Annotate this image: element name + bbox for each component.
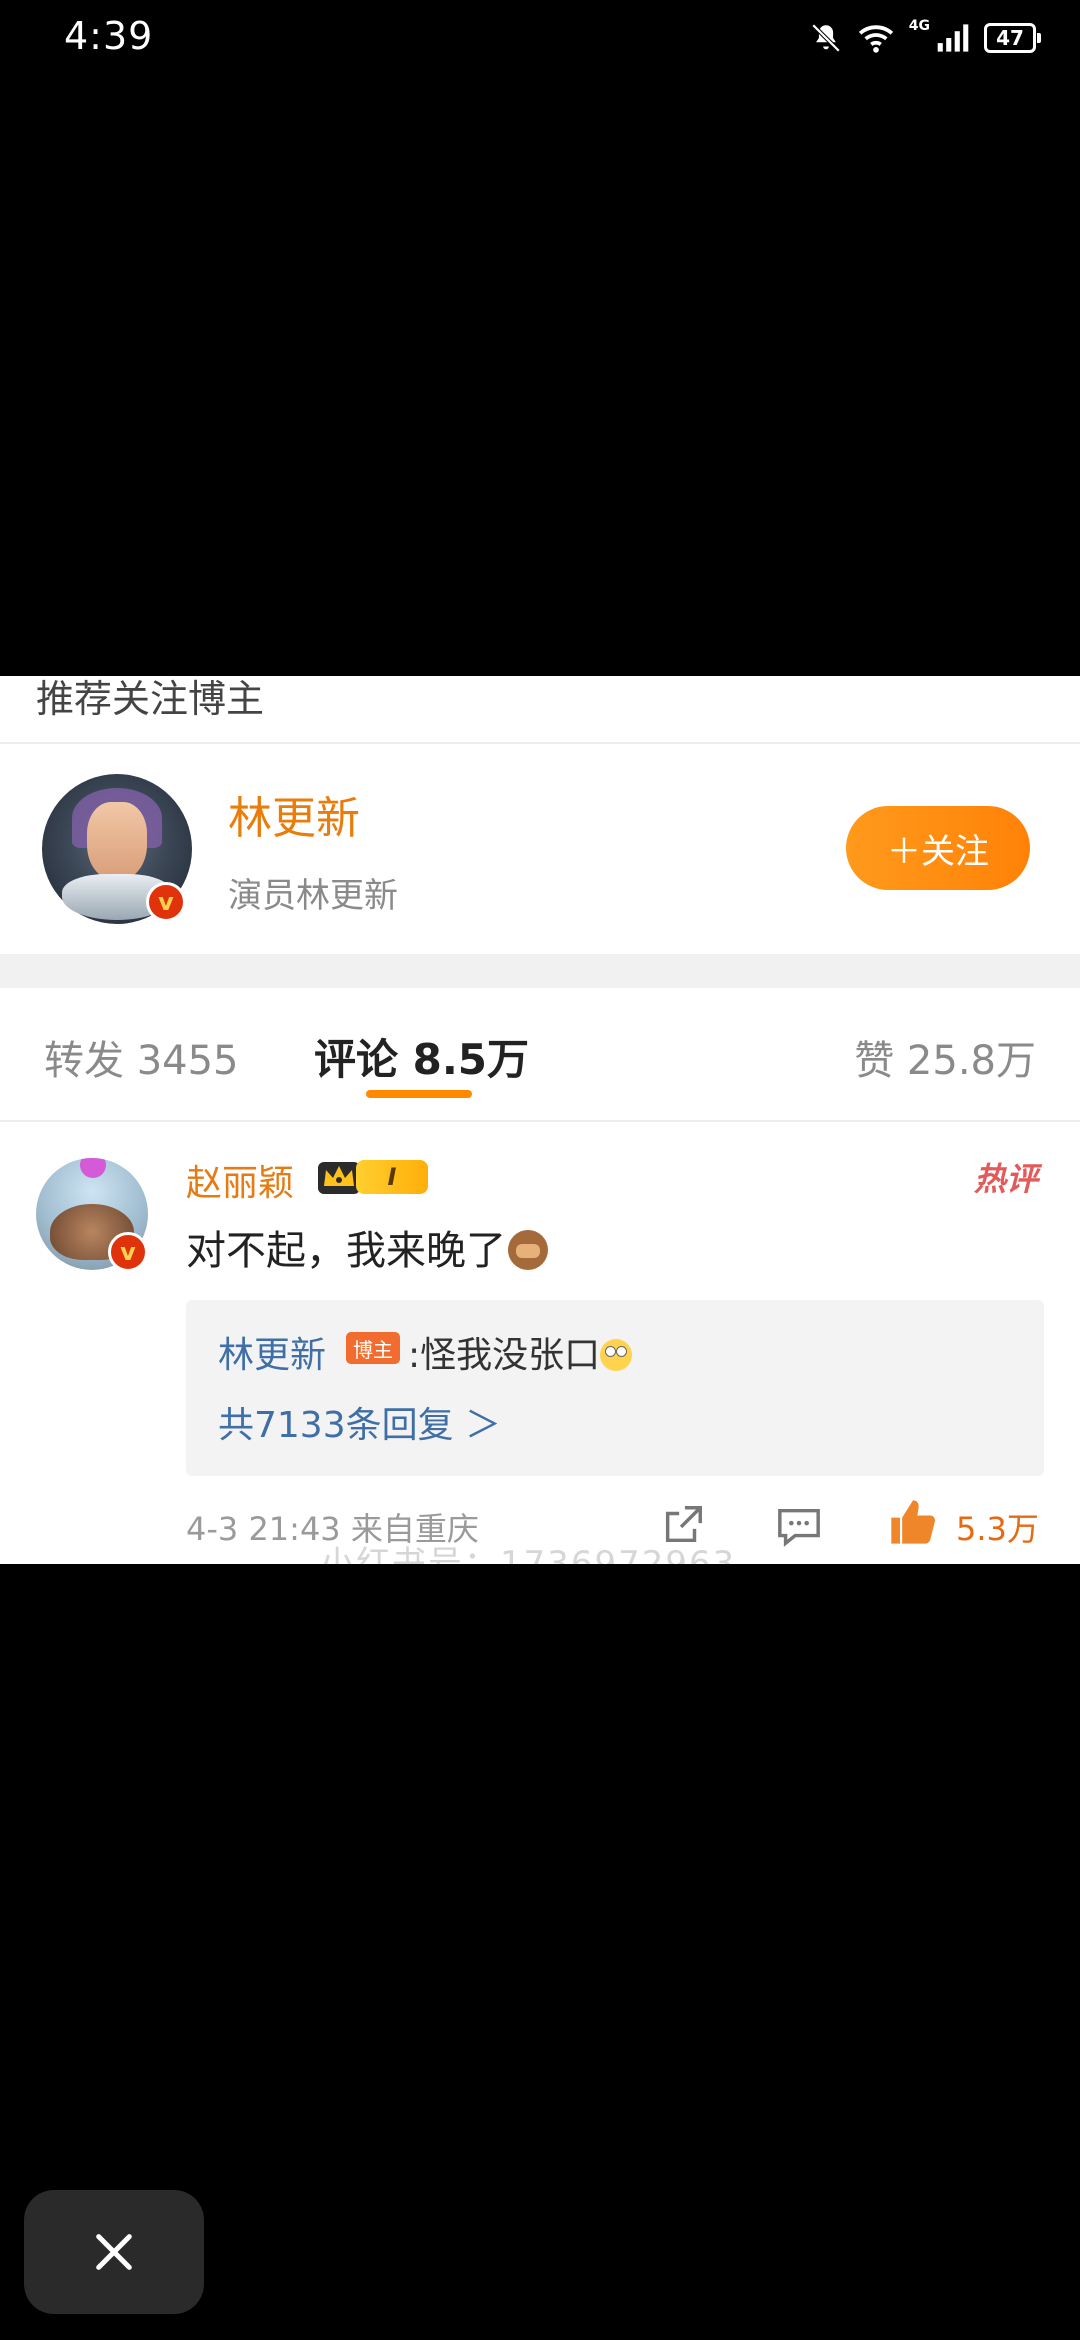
comment-icon[interactable] [776,1504,822,1548]
status-bar: 4:39 4G 47 [0,0,1080,80]
comment-like-count: 5.3万 [956,1510,1039,1548]
comment-body: 对不起，我来晚了 [186,1228,506,1274]
divider [0,742,1080,744]
blogger-name[interactable]: 林更新 [228,782,360,846]
level-badge: I [356,1160,428,1194]
avatar-flower [80,1158,106,1178]
commenter-name[interactable]: 赵丽颖 [186,1154,294,1206]
status-time: 4:39 [64,14,154,58]
watermark: 小红书号：1736972963 [320,1544,737,1564]
battery-level: 47 [996,26,1024,50]
reply-body: :怪我没张口 [408,1335,601,1376]
comment-time: 4-3 21:43 [186,1510,341,1548]
blogger-desc: 演员林更新 [228,876,398,916]
close-icon [96,2234,132,2270]
network-label: 4G [908,18,930,34]
tab-like[interactable]: 赞 25.8万 [854,1028,1036,1086]
close-button[interactable] [24,2190,204,2314]
divider [0,1120,1080,1122]
tab-active-indicator [366,1090,472,1098]
eye-roll-emoji-icon [600,1339,633,1371]
battery-icon: 47 [984,23,1041,53]
blogger-tag: 博主 [346,1332,400,1364]
wifi-icon [858,25,893,53]
signal-icon [937,24,969,52]
blogger-avatar[interactable]: v [42,774,192,924]
view-replies-link[interactable]: 共7133条回复 ＞ [218,1396,501,1448]
screen: 4:39 4G 47 推荐关注博主 v 林更新 演员林更新 ＋关注 转发 345… [0,0,1080,2340]
monkey-emoji-icon [508,1230,548,1270]
reply-preview[interactable]: 林更新 博主 :怪我没张口 共7133条回复 ＞ [186,1300,1044,1476]
comment-text: 对不起，我来晚了 [186,1218,548,1276]
follow-button[interactable]: ＋关注 [846,806,1030,890]
section-gap [0,954,1080,988]
hot-comment-tag: 热评 [973,1160,1038,1198]
verified-icon: v [108,1232,148,1272]
post-card: 推荐关注博主 v 林更新 演员林更新 ＋关注 转发 3455 评论 8.5万 赞… [0,676,1080,1564]
status-icons: 4G 47 [809,16,1041,60]
tab-repost[interactable]: 转发 3455 [44,1028,239,1086]
thumbs-up-icon[interactable] [886,1496,940,1548]
tab-comment[interactable]: 评论 8.5万 [314,1026,529,1087]
mute-bell-icon [811,23,841,53]
reply-author[interactable]: 林更新 [218,1326,326,1378]
recommend-title: 推荐关注博主 [36,677,265,721]
verified-icon: v [146,882,186,922]
avatar-face [87,802,147,880]
reply-text: :怪我没张口 [408,1326,633,1378]
